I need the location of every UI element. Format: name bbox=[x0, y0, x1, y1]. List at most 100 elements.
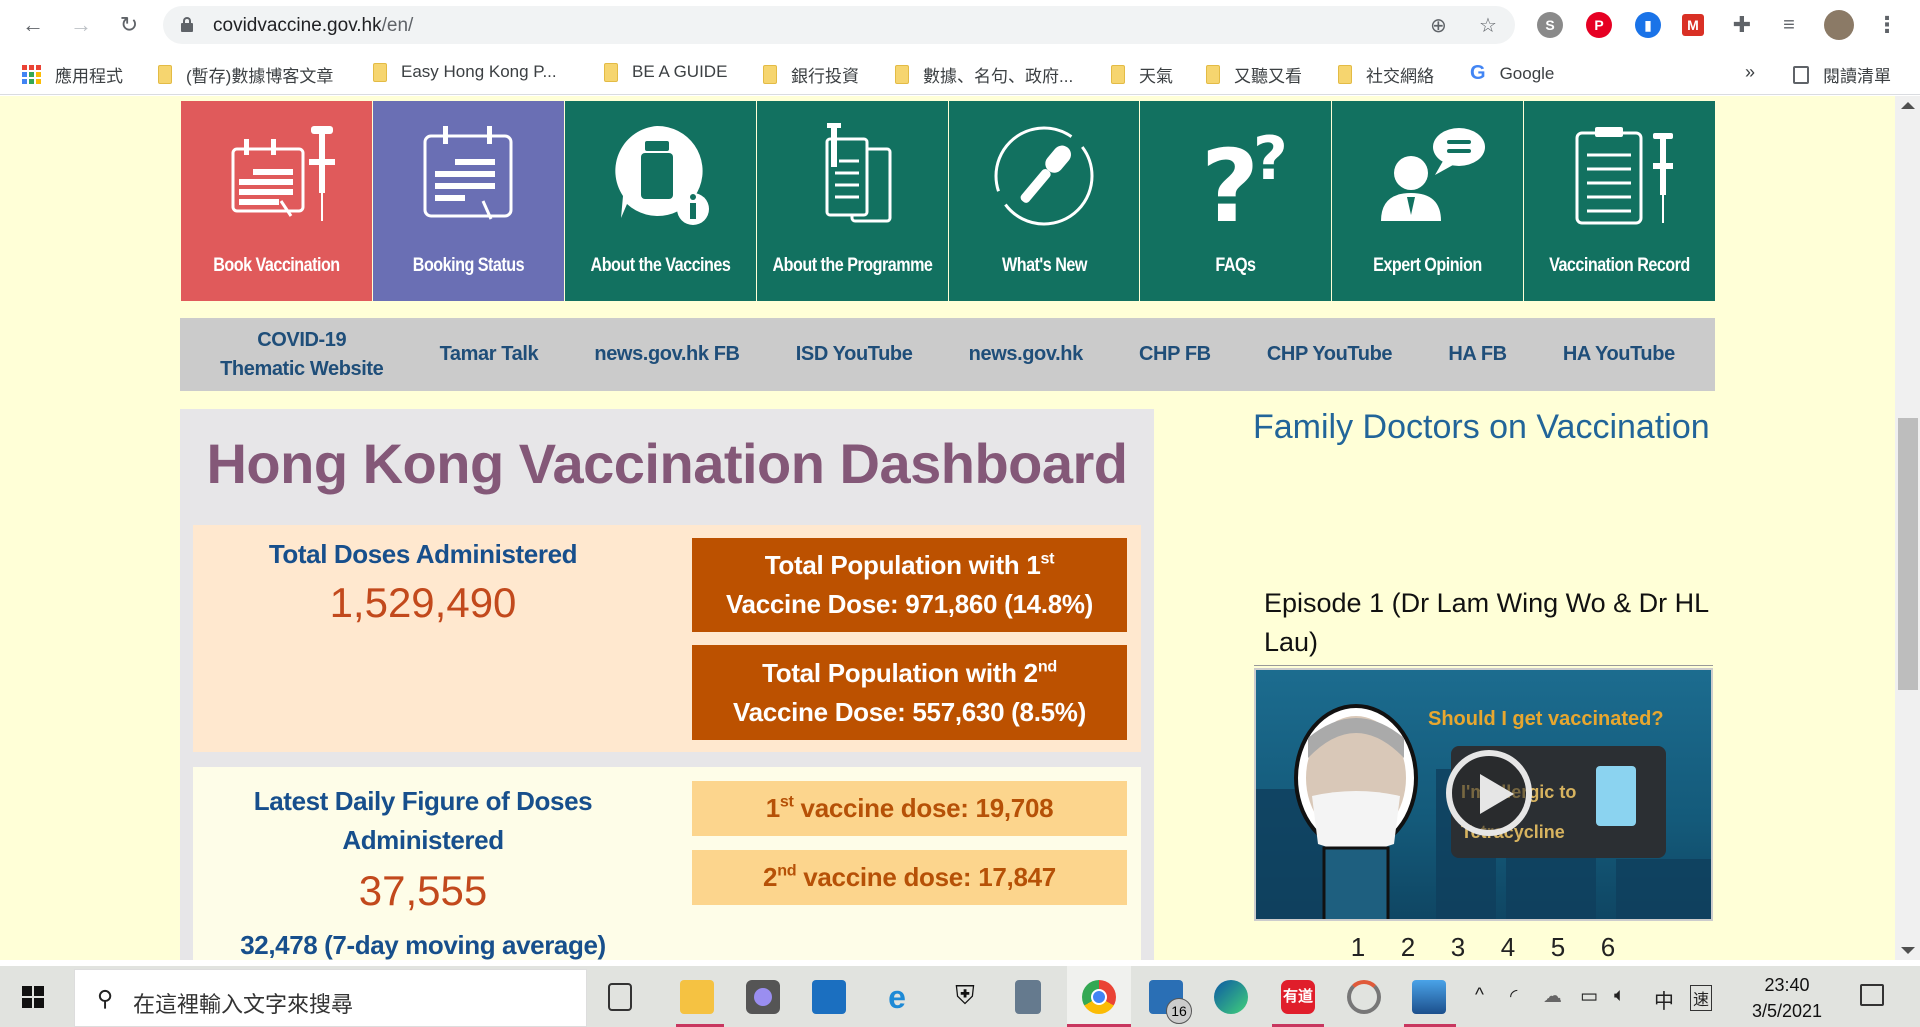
link-tamar-talk[interactable]: Tamar Talk bbox=[440, 340, 539, 369]
link-isd-youtube[interactable]: ISD YouTube bbox=[796, 340, 913, 369]
calculator-icon[interactable] bbox=[1015, 980, 1041, 1014]
expert-speech-icon bbox=[1358, 121, 1498, 231]
apps-grid-icon bbox=[22, 65, 41, 84]
external-links-bar: COVID-19 Thematic Website Tamar Talk news… bbox=[180, 318, 1715, 391]
tile-booking-status[interactable]: Booking Status bbox=[372, 101, 564, 301]
pager-page-2[interactable]: 2 bbox=[1395, 932, 1421, 960]
internet-explorer-icon[interactable]: e bbox=[880, 980, 914, 1014]
pager-page-1[interactable]: 1 bbox=[1345, 932, 1371, 960]
wifi-icon[interactable]: ◜ bbox=[1510, 985, 1517, 1008]
bookmark-folder[interactable]: Easy Hong Kong P... bbox=[373, 62, 557, 82]
reload-button[interactable]: ↻ bbox=[114, 10, 144, 40]
video-editor-icon[interactable] bbox=[812, 980, 846, 1014]
back-button[interactable]: ← bbox=[18, 10, 48, 40]
bookmark-folder[interactable]: 社交網絡 bbox=[1338, 62, 1434, 87]
zoom-icon[interactable]: ⊕ bbox=[1430, 13, 1447, 38]
photoscape-icon[interactable] bbox=[1347, 980, 1381, 1014]
pinterest-extension-icon[interactable]: P bbox=[1586, 12, 1612, 38]
pager-page-5[interactable]: 5 bbox=[1545, 932, 1571, 960]
second-dose-population-box: Total Population with 2nd Vaccine Dose: … bbox=[692, 645, 1127, 740]
link-news-gov-hk-fb[interactable]: news.gov.hk FB bbox=[594, 340, 740, 369]
windows-start-icon[interactable] bbox=[22, 986, 44, 1008]
bookmark-folder[interactable]: (暫存)數據博客文章 bbox=[158, 62, 333, 87]
bookmark-google[interactable]: G Google bbox=[1470, 62, 1554, 85]
link-ha-youtube[interactable]: HA YouTube bbox=[1563, 340, 1675, 369]
vaccination-dashboard: Hong Kong Vaccination Dashboard Total Do… bbox=[180, 409, 1154, 960]
taskbar-search-box[interactable]: ⚲ 在這裡輸入文字來搜尋 bbox=[74, 969, 587, 1027]
media-control-icon[interactable]: ≡ bbox=[1776, 12, 1802, 38]
bookmark-apps[interactable]: 應用程式 bbox=[22, 62, 123, 87]
daily-second-dose-box: 2nd vaccine dose: 17,847 bbox=[692, 850, 1127, 905]
tray-overflow-chevron[interactable]: ^ bbox=[1475, 985, 1484, 1007]
video-bg-building bbox=[1616, 859, 1711, 919]
tile-about-vaccines[interactable]: About the Vaccines bbox=[564, 101, 756, 301]
task-view-icon[interactable] bbox=[608, 983, 632, 1011]
pager-page-6[interactable]: 6 bbox=[1595, 932, 1621, 960]
main-nav-tiles: Book Vaccination Booking Status About th… bbox=[181, 101, 1715, 301]
tile-faqs[interactable]: ?? FAQs bbox=[1140, 101, 1332, 301]
play-button-icon[interactable] bbox=[1446, 750, 1532, 836]
scroll-up-arrow[interactable] bbox=[1901, 102, 1915, 109]
tile-book-vaccination[interactable]: Book Vaccination bbox=[181, 101, 372, 301]
forward-button[interactable]: → bbox=[66, 10, 96, 40]
episode-pager: 1 2 3 4 5 6 bbox=[1345, 932, 1621, 960]
ime-language-indicator[interactable]: 中 bbox=[1654, 985, 1674, 1014]
edge-icon[interactable] bbox=[1214, 980, 1248, 1014]
address-bar[interactable]: covidvaccine.gov.hk/en/ ⊕ ☆ bbox=[163, 6, 1515, 44]
chrome-icon[interactable] bbox=[1082, 980, 1116, 1014]
bookmark-extension-icon[interactable]: ▮ bbox=[1635, 12, 1661, 38]
reading-list-button[interactable]: 閱讀清單 bbox=[1793, 62, 1891, 87]
bookmark-folder[interactable]: 數據、名句、政府... bbox=[895, 62, 1073, 87]
vaccine-info-icon bbox=[590, 121, 730, 231]
photos-icon[interactable] bbox=[1412, 980, 1446, 1014]
tile-about-programme[interactable]: About the Programme bbox=[756, 101, 948, 301]
lock-icon bbox=[181, 17, 193, 32]
folder-icon bbox=[1111, 65, 1125, 84]
scroll-thumb[interactable] bbox=[1898, 418, 1918, 690]
skype-extension-icon[interactable]: S bbox=[1537, 12, 1563, 38]
reading-list-icon bbox=[1793, 65, 1809, 84]
notification-center-icon[interactable] bbox=[1860, 984, 1884, 1006]
daily-doses-label: Latest Daily Figure of Doses Administered bbox=[253, 786, 593, 855]
chrome-menu-icon[interactable]: ⋮ bbox=[1874, 12, 1900, 38]
security-shield-icon[interactable]: ⛨ bbox=[948, 980, 982, 1014]
taskbar-clock[interactable]: 23:40 3/5/2021 bbox=[1752, 972, 1822, 1024]
link-chp-youtube[interactable]: CHP YouTube bbox=[1267, 340, 1393, 369]
page-scrollbar[interactable] bbox=[1895, 96, 1920, 960]
scroll-down-arrow[interactable] bbox=[1901, 947, 1915, 954]
battery-icon[interactable]: ▭ bbox=[1580, 985, 1598, 1008]
onedrive-error-icon[interactable]: ☁ bbox=[1543, 985, 1562, 1008]
google-icon: G bbox=[1470, 62, 1486, 84]
link-ha-fb[interactable]: HA FB bbox=[1448, 340, 1507, 369]
more-bookmarks-button[interactable]: » bbox=[1745, 62, 1755, 83]
camera-icon[interactable] bbox=[746, 980, 780, 1014]
tile-expert-opinion[interactable]: Expert Opinion bbox=[1332, 101, 1524, 301]
gmail-extension-icon[interactable]: M bbox=[1682, 14, 1704, 36]
youdao-icon[interactable]: 有道 bbox=[1281, 980, 1315, 1014]
tile-vaccination-record[interactable]: Vaccination Record bbox=[1524, 101, 1715, 301]
bookmark-folder[interactable]: 天氣 bbox=[1111, 62, 1173, 87]
link-news-gov-hk[interactable]: news.gov.hk bbox=[969, 340, 1084, 369]
link-covid19-thematic-website[interactable]: COVID-19 Thematic Website bbox=[220, 326, 384, 384]
divider bbox=[1254, 665, 1713, 666]
question-marks-icon: ?? bbox=[1166, 121, 1306, 231]
profile-avatar[interactable] bbox=[1824, 10, 1854, 40]
folder-icon bbox=[763, 65, 777, 84]
file-explorer-icon[interactable] bbox=[680, 980, 714, 1014]
search-icon: ⚲ bbox=[97, 986, 114, 1011]
link-chp-fb[interactable]: CHP FB bbox=[1139, 340, 1211, 369]
folder-icon bbox=[373, 62, 387, 82]
bookmark-star-icon[interactable]: ☆ bbox=[1479, 13, 1497, 38]
video-player[interactable]: Should I get vaccinated? I'm allergic to… bbox=[1254, 668, 1713, 921]
extensions-puzzle-icon[interactable]: ✚ bbox=[1729, 12, 1755, 38]
bookmark-folder[interactable]: BE A GUIDE bbox=[604, 62, 727, 82]
calendar-status-icon bbox=[398, 121, 538, 231]
bookmark-folder[interactable]: 又聽又看 bbox=[1206, 62, 1302, 87]
daily-doses-value: 37,555 bbox=[358, 867, 488, 914]
tile-whats-new[interactable]: What's New bbox=[948, 101, 1140, 301]
pager-page-3[interactable]: 3 bbox=[1445, 932, 1471, 960]
volume-icon[interactable]: 🔈︎ bbox=[1614, 985, 1625, 1007]
ime-mode-indicator[interactable]: 速 bbox=[1690, 985, 1713, 1011]
pager-page-4[interactable]: 4 bbox=[1495, 932, 1521, 960]
bookmark-folder[interactable]: 銀行投資 bbox=[763, 62, 859, 87]
